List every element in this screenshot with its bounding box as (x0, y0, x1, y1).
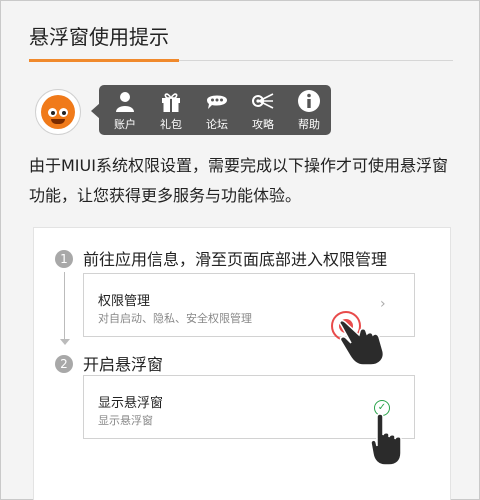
title-accent-bar (29, 59, 179, 62)
floating-toolbar: 账户 礼包 论坛 攻略 帮助 (99, 85, 331, 135)
gift-icon (162, 93, 180, 112)
toolbar-label: 帮助 (298, 118, 320, 131)
mascot-icon (41, 95, 75, 129)
step-number-badge: 1 (55, 250, 73, 268)
step-connector-line (64, 272, 65, 342)
toolbar-item-gift[interactable]: 礼包 (151, 85, 191, 135)
step-1-instruction: 前往应用信息，滑至页面底部进入权限管理 (83, 250, 388, 269)
game-assistant-avatar[interactable] (35, 89, 81, 135)
tap-hand-icon (370, 413, 402, 466)
toolbar-item-forum[interactable]: 论坛 (197, 85, 237, 135)
info-icon (298, 90, 320, 112)
step-connector-arrow (60, 339, 70, 345)
chat-icon (207, 95, 227, 109)
toolbar-label: 攻略 (252, 118, 274, 131)
toolbar-label: 礼包 (160, 118, 182, 131)
card-subtitle: 对自启动、隐私、安全权限管理 (98, 312, 252, 325)
strategy-icon (252, 93, 274, 109)
show-floating-window-card[interactable]: 显示悬浮窗 显示悬浮窗 (83, 375, 415, 439)
floating-window-tip-dialog: 悬浮窗使用提示 账户 礼包 论坛 攻略 帮助 由于MIUI系统权限设置，需要完成… (0, 0, 480, 500)
toolbar-item-help[interactable]: 帮助 (289, 85, 329, 135)
card-subtitle: 显示悬浮窗 (98, 414, 153, 427)
toolbar-item-account[interactable]: 账户 (105, 85, 145, 135)
card-title: 权限管理 (98, 294, 151, 309)
tap-hand-icon (339, 320, 385, 366)
step-number-badge: 2 (55, 355, 73, 373)
step-2-instruction: 开启悬浮窗 (83, 355, 164, 374)
card-title: 显示悬浮窗 (98, 396, 164, 411)
toolbar-item-strategy[interactable]: 攻略 (243, 85, 283, 135)
dialog-title: 悬浮窗使用提示 (29, 25, 169, 49)
toolbar-label: 账户 (114, 118, 136, 131)
user-icon (116, 92, 134, 112)
permission-description: 由于MIUI系统权限设置，需要完成以下操作才可使用悬浮窗功能，让您获得更多服务与… (29, 156, 448, 205)
toolbar-label: 论坛 (206, 118, 228, 131)
chevron-right-icon: › (380, 296, 386, 312)
